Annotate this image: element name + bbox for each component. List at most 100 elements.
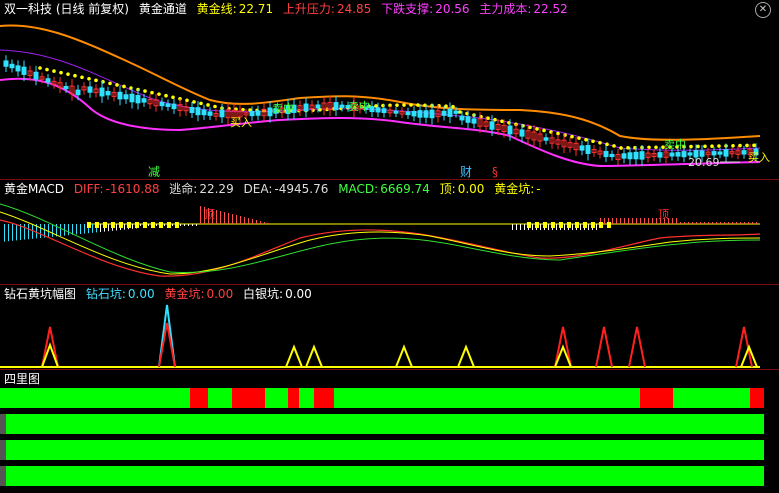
four-panel[interactable]: 四里图 — [0, 370, 779, 493]
main-cost-label: 主力成本: — [479, 2, 532, 16]
candle-body — [369, 106, 375, 113]
macd-panel[interactable]: 黄金MACD DIFF: -1610.88 逃命: 22.29 DEA: -4945.… — [0, 180, 779, 284]
four-row — [6, 440, 764, 460]
gold-dot — [80, 75, 84, 80]
main-chart-panel[interactable]: 双一科技 (日线 前复权) 黄金通道 黄金线: 22.71 上升压力: 24.85 … — [0, 0, 779, 180]
macd-bar — [612, 218, 613, 224]
close-icon[interactable]: ✕ — [755, 2, 771, 18]
macd-bar — [140, 224, 141, 226]
macd-bar — [68, 224, 69, 236]
gold-dot — [402, 103, 406, 107]
candle-body — [99, 87, 105, 97]
macd-bar — [652, 218, 653, 224]
macd-bar — [48, 224, 49, 238]
candle-body — [21, 66, 27, 75]
macd-bar — [236, 215, 237, 224]
candle-body — [585, 145, 591, 154]
macd-yellow-mark — [111, 222, 115, 228]
candle-body — [621, 153, 627, 159]
macd-bar — [540, 224, 541, 230]
top-label: 顶: — [439, 182, 456, 196]
s-mark-label: § — [492, 165, 498, 179]
four-header: 四里图 — [4, 370, 46, 388]
macd-bar — [752, 222, 753, 224]
candle-body — [195, 107, 201, 116]
macd-bar — [744, 222, 745, 224]
gold-dot — [171, 95, 175, 100]
gold-dot — [318, 107, 322, 112]
macd-yellow-mark — [551, 222, 555, 228]
pit-panel[interactable]: 钻石黄坑幅图 钻石坑: 0.00 黄金坑: 0.00 白银坑: 0.00 — [0, 285, 779, 370]
gold-dot — [717, 144, 721, 148]
macd-bar — [248, 218, 249, 224]
macd-bar — [616, 218, 617, 224]
candle-body — [207, 111, 213, 116]
macd-bar — [724, 222, 725, 224]
candle-body — [639, 151, 645, 160]
macd-value: 6669.74 — [380, 182, 430, 196]
candle-body — [717, 151, 723, 155]
pit-label: 黄金坑: — [494, 182, 535, 196]
gold-dot — [696, 144, 700, 149]
macd-bar — [184, 224, 185, 226]
macd-yellow-mark — [135, 222, 139, 228]
macd-top-annotation: 顶 — [204, 208, 215, 221]
candle-body — [543, 137, 549, 141]
macd-bar — [220, 211, 221, 224]
candle-body — [453, 110, 459, 114]
four-segment — [232, 388, 265, 408]
sell-mid-label-1: 卖中 — [272, 102, 294, 115]
stock-title[interactable]: 双一科技 (日线 前复权) — [4, 2, 129, 16]
macd-bar — [164, 224, 165, 226]
macd-header: 黄金MACD DIFF: -1610.88 逃命: 22.29 DEA: -4945.… — [4, 180, 547, 198]
candle-body — [135, 95, 141, 104]
candle-body — [603, 150, 609, 158]
gold-dot — [738, 143, 742, 148]
gold-line-label: 黄金线: — [196, 2, 237, 16]
four-segment — [334, 388, 640, 408]
four-title[interactable]: 四里图 — [4, 372, 40, 386]
macd-yellow-mark — [167, 222, 171, 228]
pit-chart — [0, 304, 760, 368]
macd-bar — [708, 222, 709, 224]
main-cost-value: 22.52 — [533, 2, 568, 16]
gold-line-value: 22.71 — [238, 2, 274, 16]
gold-dot — [591, 139, 595, 144]
macd-bar — [260, 221, 261, 224]
macd-bar — [736, 222, 737, 224]
macd-bar — [268, 223, 269, 224]
gold-dot — [94, 78, 98, 83]
pit-title[interactable]: 钻石黄坑幅图 — [4, 287, 76, 301]
candle-body — [675, 152, 681, 157]
macd-bar — [60, 224, 61, 236]
macd-yellow-mark — [583, 222, 587, 228]
indicator-name[interactable]: 黄金通道 — [139, 2, 187, 16]
macd-bar — [728, 222, 729, 224]
gold-dot — [108, 81, 112, 86]
macd-yellow-mark — [559, 222, 563, 228]
macd-title[interactable]: 黄金MACD — [4, 182, 64, 196]
macd-bar — [556, 224, 557, 230]
low-price-label: 20.69 — [688, 156, 720, 169]
gold-dot — [206, 103, 210, 107]
top-value: 0.00 — [457, 182, 485, 196]
silver-label: 白银坑: — [243, 287, 284, 301]
macd-bar — [264, 222, 265, 224]
four-row-edge — [0, 440, 6, 460]
gold-dot — [395, 103, 399, 107]
macd-bar — [644, 218, 645, 224]
candle-body — [723, 149, 729, 157]
gold-dot — [87, 76, 91, 81]
candle-body — [45, 78, 51, 83]
gold-dot — [500, 119, 504, 124]
candle-body — [255, 110, 261, 116]
macd-yellow-mark — [159, 222, 163, 228]
candle-body — [3, 60, 9, 67]
candle-body — [471, 118, 477, 124]
candle-body — [669, 152, 675, 157]
macd-bar — [12, 224, 13, 241]
candle-body — [333, 102, 339, 111]
macd-bar — [84, 224, 85, 234]
candle-body — [633, 151, 639, 160]
escape-label: 逃命: — [169, 182, 198, 196]
